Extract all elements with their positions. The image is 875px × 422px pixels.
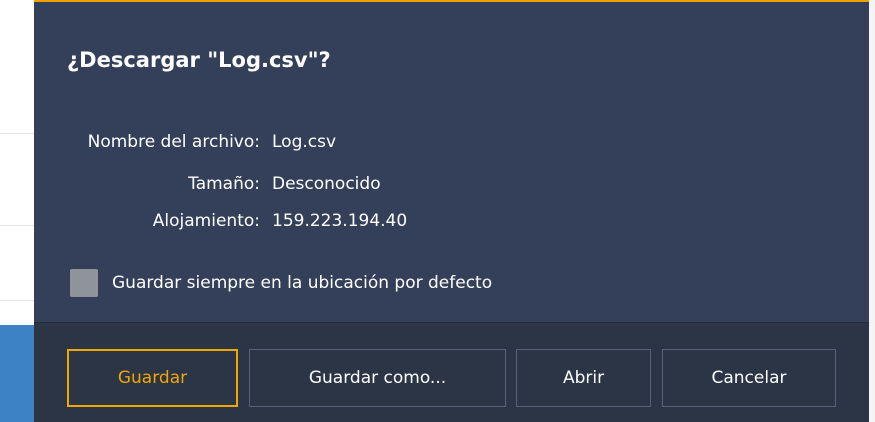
file-name-label: Nombre del archivo: [87, 132, 260, 152]
host-label: Alojamiento: [152, 211, 260, 231]
save-as-button[interactable]: Guardar como... [249, 349, 506, 407]
file-name-value: Log.csv [272, 132, 337, 152]
background-divider [0, 133, 34, 134]
open-button[interactable]: Abrir [516, 349, 651, 407]
host-value: 159.223.194.40 [272, 211, 408, 231]
background-divider [0, 225, 34, 226]
background-edge [869, 0, 875, 422]
screen: ¿Descargar "Log.csv"? Nombre del archivo… [0, 0, 875, 422]
size-value: Desconocido [272, 174, 381, 194]
always-save-label[interactable]: Guardar siempre en la ubicación por defe… [112, 273, 492, 293]
dialog-title: ¿Descargar "Log.csv"? [67, 48, 331, 72]
size-label: Tamaño: [188, 174, 260, 194]
download-dialog: ¿Descargar "Log.csv"? Nombre del archivo… [34, 2, 869, 422]
background-divider [0, 300, 34, 301]
dialog-body: ¿Descargar "Log.csv"? Nombre del archivo… [34, 2, 869, 322]
cancel-button[interactable]: Cancelar [662, 349, 836, 407]
dialog-footer: Guardar Guardar como... Abrir Cancelar [34, 322, 869, 422]
save-button[interactable]: Guardar [67, 349, 238, 407]
always-save-option[interactable]: Guardar siempre en la ubicación por defe… [70, 268, 492, 298]
always-save-checkbox[interactable] [70, 269, 98, 297]
background-blue-bar [0, 325, 34, 422]
